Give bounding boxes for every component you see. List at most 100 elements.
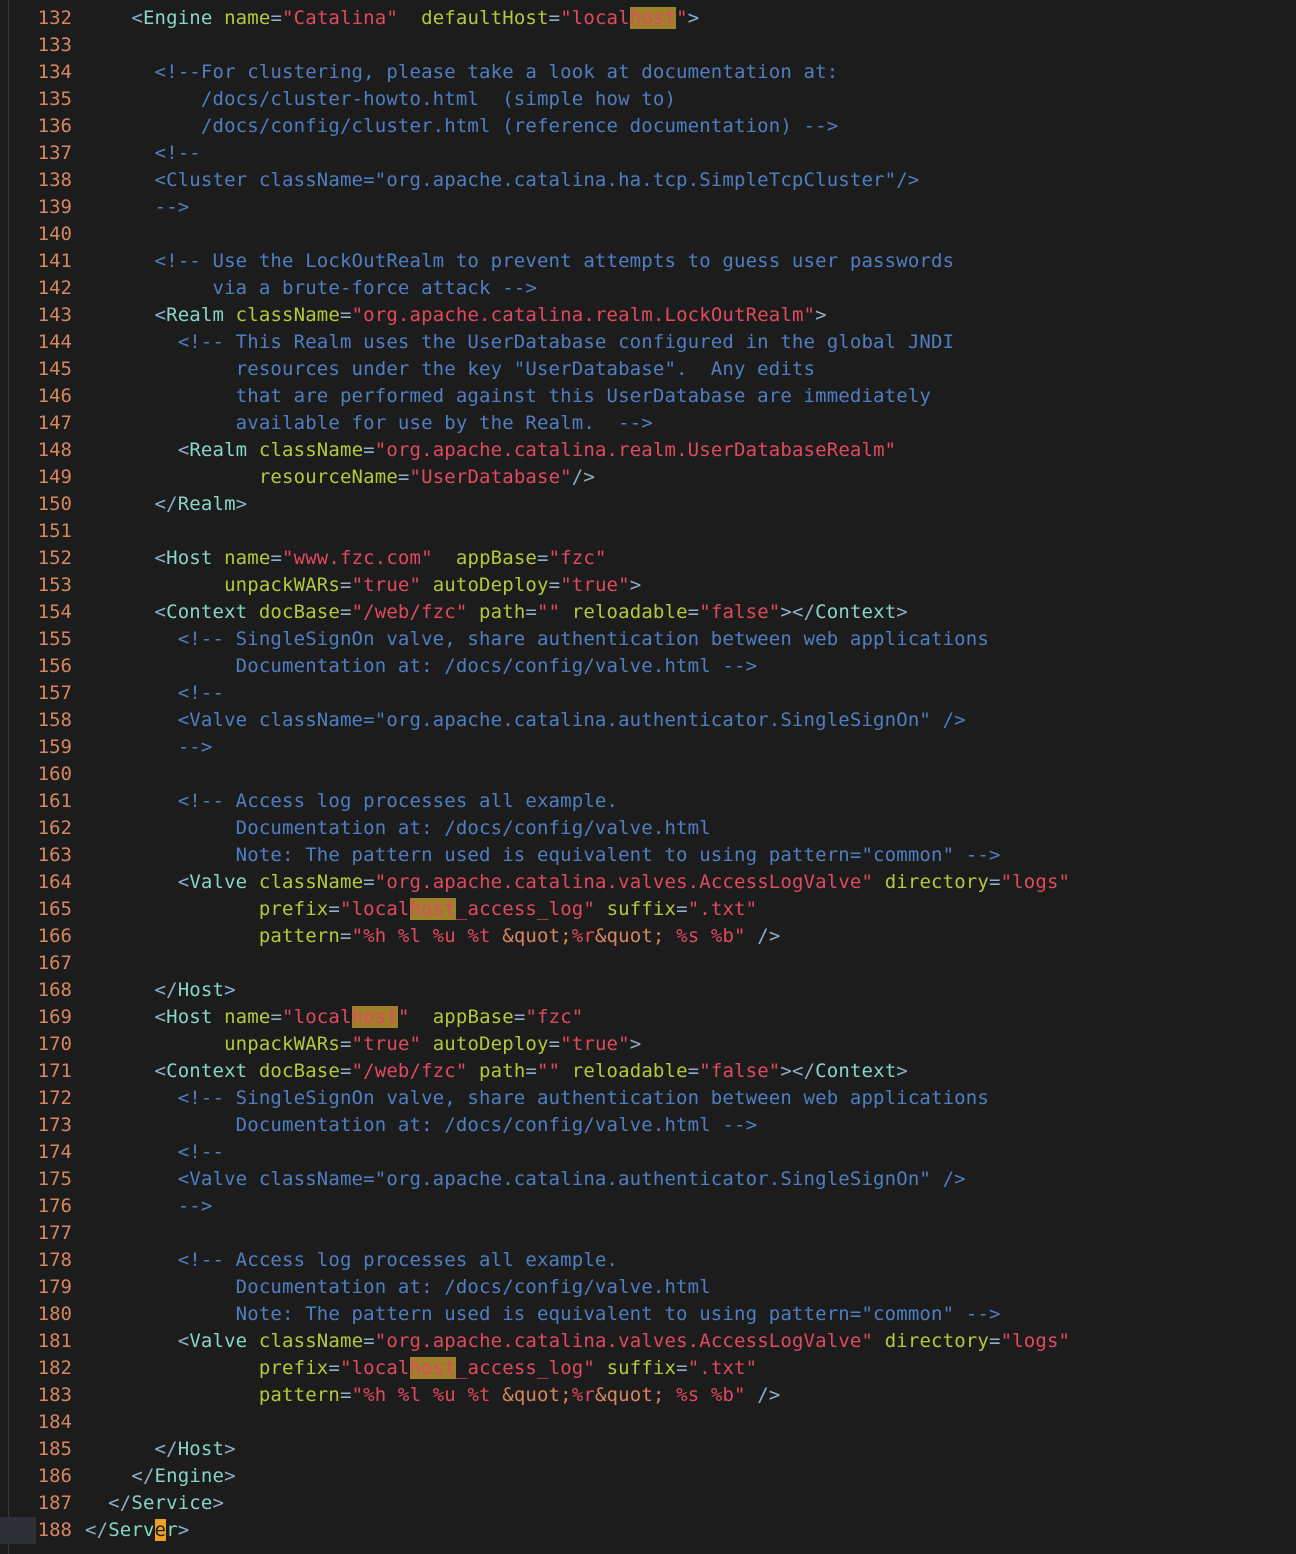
punctuation: < xyxy=(85,1006,167,1028)
code-line[interactable]: 162 Documentation at: /docs/config/valve… xyxy=(0,815,1296,842)
tag-name: Valve xyxy=(189,1330,248,1352)
code-line[interactable]: 135 /docs/cluster-howto.html (simple how… xyxy=(0,86,1296,113)
code-line[interactable]: 188 </Server> xyxy=(0,1517,1296,1544)
line-number: 153 xyxy=(37,574,72,596)
code-line[interactable]: 153 unpackWARs="true" autoDeploy="true"> xyxy=(0,572,1296,599)
code-line[interactable]: 172 <!-- SingleSignOn valve, share authe… xyxy=(0,1085,1296,1112)
code-line[interactable]: 167 xyxy=(0,950,1296,977)
attribute-name: appBase xyxy=(432,1006,514,1028)
text-cursor: e xyxy=(154,1519,167,1541)
code-line[interactable]: 184 xyxy=(0,1409,1296,1436)
punctuation: > xyxy=(224,1438,236,1460)
code-line[interactable]: 179 Documentation at: /docs/config/valve… xyxy=(0,1274,1296,1301)
code-line[interactable]: 151 xyxy=(0,518,1296,545)
code-line[interactable]: 154 <Context docBase="/web/fzc" path="" … xyxy=(0,599,1296,626)
code-line[interactable]: 160 xyxy=(0,761,1296,788)
code-line[interactable]: 163 Note: The pattern used is equivalent… xyxy=(0,842,1296,869)
code-line[interactable]: 156 Documentation at: /docs/config/valve… xyxy=(0,653,1296,680)
code-line[interactable]: 171 <Context docBase="/web/fzc" path="" … xyxy=(0,1058,1296,1085)
code-line[interactable]: 165 prefix="localhost_access_log" suffix… xyxy=(0,896,1296,923)
attribute-value: "org.apache.catalina.realm.UserDatabaseR… xyxy=(374,439,897,461)
attribute-value: "logs" xyxy=(1000,1330,1071,1352)
code-line[interactable]: 147 available for use by the Realm. --> xyxy=(0,410,1296,437)
code-line[interactable]: 141 <!-- Use the LockOutRealm to prevent… xyxy=(0,248,1296,275)
code-line[interactable]: 155 <!-- SingleSignOn valve, share authe… xyxy=(0,626,1296,653)
code-line[interactable]: 164 <Valve className="org.apache.catalin… xyxy=(0,869,1296,896)
code-line[interactable]: 142 via a brute-force attack --> xyxy=(0,275,1296,302)
line-number: 169 xyxy=(37,1006,72,1028)
code-line[interactable]: 132 <Engine name="Catalina" defaultHost=… xyxy=(0,5,1296,32)
code-line[interactable]: 168 </Host> xyxy=(0,977,1296,1004)
code-line[interactable]: 166 pattern="%h %l %u %t &quot;%r&quot; … xyxy=(0,923,1296,950)
attribute-name: className xyxy=(258,439,364,461)
code-line[interactable]: 159 --> xyxy=(0,734,1296,761)
attribute-name: docBase xyxy=(258,1060,340,1082)
code-line[interactable]: 186 </Engine> xyxy=(0,1463,1296,1490)
punctuation: = xyxy=(363,871,375,893)
attribute-value: ".txt" xyxy=(687,898,758,920)
punctuation: < xyxy=(85,547,167,569)
punctuation: < xyxy=(131,7,143,29)
line-number: 159 xyxy=(37,736,72,758)
code-line[interactable]: 185 </Host> xyxy=(0,1436,1296,1463)
code-line[interactable]: 149 resourceName="UserDatabase"/> xyxy=(0,464,1296,491)
comment: <!-- Access log processes all example. xyxy=(85,790,619,812)
code-line[interactable]: 170 unpackWARs="true" autoDeploy="true"> xyxy=(0,1031,1296,1058)
code-line[interactable]: 181 <Valve className="org.apache.catalin… xyxy=(0,1328,1296,1355)
punctuation: = xyxy=(339,1033,352,1055)
code-line[interactable]: 150 </Realm> xyxy=(0,491,1296,518)
comment: that are performed against this UserData… xyxy=(85,385,931,407)
attribute-value: "false" xyxy=(699,601,781,623)
punctuation: < xyxy=(85,871,190,893)
code-line[interactable]: 180 Note: The pattern used is equivalent… xyxy=(0,1301,1296,1328)
code-line[interactable]: 177 xyxy=(0,1220,1296,1247)
punctuation: = xyxy=(537,547,549,569)
code-line[interactable]: 169 <Host name="localhost" appBase="fzc" xyxy=(0,1004,1296,1031)
punctuation xyxy=(224,304,236,326)
line-number: 149 xyxy=(37,466,72,488)
code-line[interactable]: 140 xyxy=(0,221,1296,248)
code-line[interactable]: 152 <Host name="www.fzc.com" appBase="fz… xyxy=(0,545,1296,572)
attribute-value: "fzc" xyxy=(548,547,607,569)
code-line[interactable]: 182 prefix="localhost_access_log" suffix… xyxy=(0,1355,1296,1382)
line-content: <Cluster className="org.apache.catalina.… xyxy=(85,167,920,194)
punctuation: = xyxy=(339,1384,352,1406)
code-line[interactable]: 148 <Realm className="org.apache.catalin… xyxy=(0,437,1296,464)
punctuation xyxy=(247,1060,259,1082)
code-line[interactable]: 157 <!-- xyxy=(0,680,1296,707)
code-line[interactable]: 183 pattern="%h %l %u %t &quot;%r&quot; … xyxy=(0,1382,1296,1409)
code-line[interactable]: 158 <Valve className="org.apache.catalin… xyxy=(0,707,1296,734)
punctuation xyxy=(85,1357,259,1379)
code-line[interactable]: 178 <!-- Access log processes all exampl… xyxy=(0,1247,1296,1274)
code-line[interactable]: 173 Documentation at: /docs/config/valve… xyxy=(0,1112,1296,1139)
comment: <!-- SingleSignOn valve, share authentic… xyxy=(85,628,989,650)
code-line[interactable]: 139 --> xyxy=(0,194,1296,221)
line-content: <Host name="localhost" appBase="fzc" xyxy=(85,1004,583,1031)
code-line[interactable]: 137 <!-- xyxy=(0,140,1296,167)
code-line[interactable]: 161 <!-- Access log processes all exampl… xyxy=(0,788,1296,815)
code-line[interactable]: 133 xyxy=(0,32,1296,59)
code-line[interactable]: 176 --> xyxy=(0,1193,1296,1220)
punctuation xyxy=(85,1384,259,1406)
punctuation xyxy=(467,1060,479,1082)
attribute-value: "true" xyxy=(560,1033,630,1055)
code-line[interactable]: 138 <Cluster className="org.apache.catal… xyxy=(0,167,1296,194)
line-number: 180 xyxy=(37,1303,72,1325)
punctuation: > xyxy=(896,1060,908,1082)
code-line[interactable]: 175 <Valve className="org.apache.catalin… xyxy=(0,1166,1296,1193)
code-line[interactable]: 143 <Realm className="org.apache.catalin… xyxy=(0,302,1296,329)
code-line[interactable]: 146 that are performed against this User… xyxy=(0,383,1296,410)
comment: <Valve className="org.apache.catalina.au… xyxy=(85,709,966,731)
code-line[interactable]: 174 <!-- xyxy=(0,1139,1296,1166)
punctuation: = xyxy=(328,898,340,920)
code-line[interactable]: 136 /docs/config/cluster.html (reference… xyxy=(0,113,1296,140)
code-line[interactable]: 134 <!--For clustering, please take a lo… xyxy=(0,59,1296,86)
code-line[interactable]: 144 <!-- This Realm uses the UserDatabas… xyxy=(0,329,1296,356)
line-number: 137 xyxy=(37,142,72,164)
code-line[interactable]: 145 resources under the key "UserDatabas… xyxy=(0,356,1296,383)
tag-name: Host xyxy=(166,1006,213,1028)
attribute-value: "org.apache.catalina.realm.LockOutRealm" xyxy=(351,304,816,326)
attribute-value: "%h %l %u %t xyxy=(351,925,503,947)
code-line[interactable]: 187 </Service> xyxy=(0,1490,1296,1517)
code-editor[interactable]: 132 <Engine name="Catalina" defaultHost=… xyxy=(0,5,1296,1544)
